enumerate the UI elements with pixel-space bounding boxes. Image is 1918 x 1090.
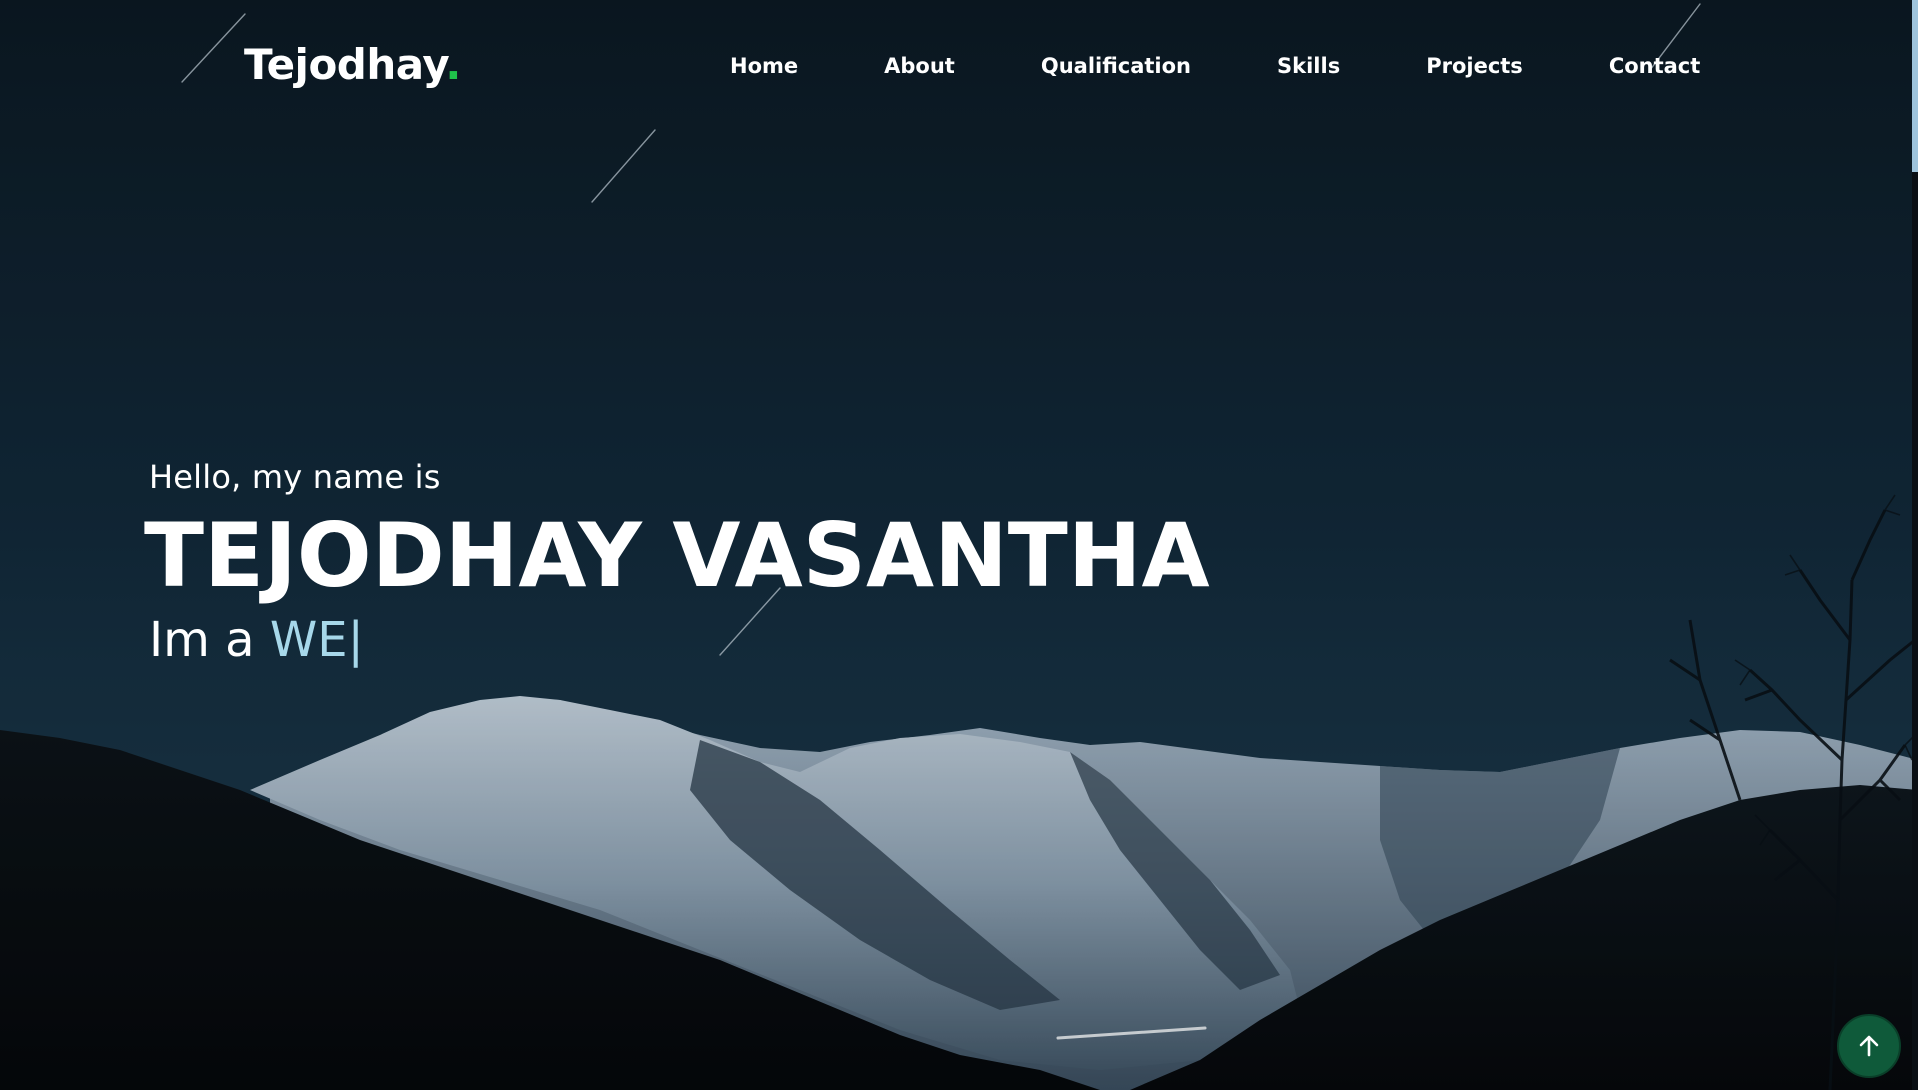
nav-link-projects[interactable]: Projects: [1426, 54, 1523, 78]
hero-role-prefix: Im a: [149, 612, 270, 668]
nav-link-skills[interactable]: Skills: [1277, 54, 1340, 78]
nav-menu: Home About Qualification Skills Projects…: [730, 54, 1700, 78]
nav-link-home[interactable]: Home: [730, 54, 798, 78]
hero-greeting: Hello, my name is: [149, 458, 441, 496]
page: Tejodhay. Home About Qualification Skill…: [0, 0, 1918, 1090]
page-scrollbar[interactable]: [1912, 0, 1918, 1090]
nav-link-about[interactable]: About: [884, 54, 955, 78]
logo-text: Tejodhay: [244, 40, 446, 89]
hero-role-typed-text: WE: [269, 612, 348, 668]
hero-role: Im a WE|: [149, 612, 364, 668]
logo-dot: .: [445, 40, 461, 89]
typing-cursor: |: [347, 612, 364, 668]
nav-link-contact[interactable]: Contact: [1609, 54, 1701, 78]
back-to-top-button[interactable]: [1837, 1014, 1901, 1078]
site-logo[interactable]: Tejodhay.: [244, 40, 461, 89]
top-navigation: Tejodhay. Home About Qualification Skill…: [0, 0, 1918, 140]
hero-name: TEJODHAY VASANTHA: [144, 504, 1210, 607]
arrow-up-icon: [1859, 1035, 1879, 1057]
nav-link-qualification[interactable]: Qualification: [1041, 54, 1191, 78]
scrollbar-thumb[interactable]: [1912, 0, 1918, 172]
